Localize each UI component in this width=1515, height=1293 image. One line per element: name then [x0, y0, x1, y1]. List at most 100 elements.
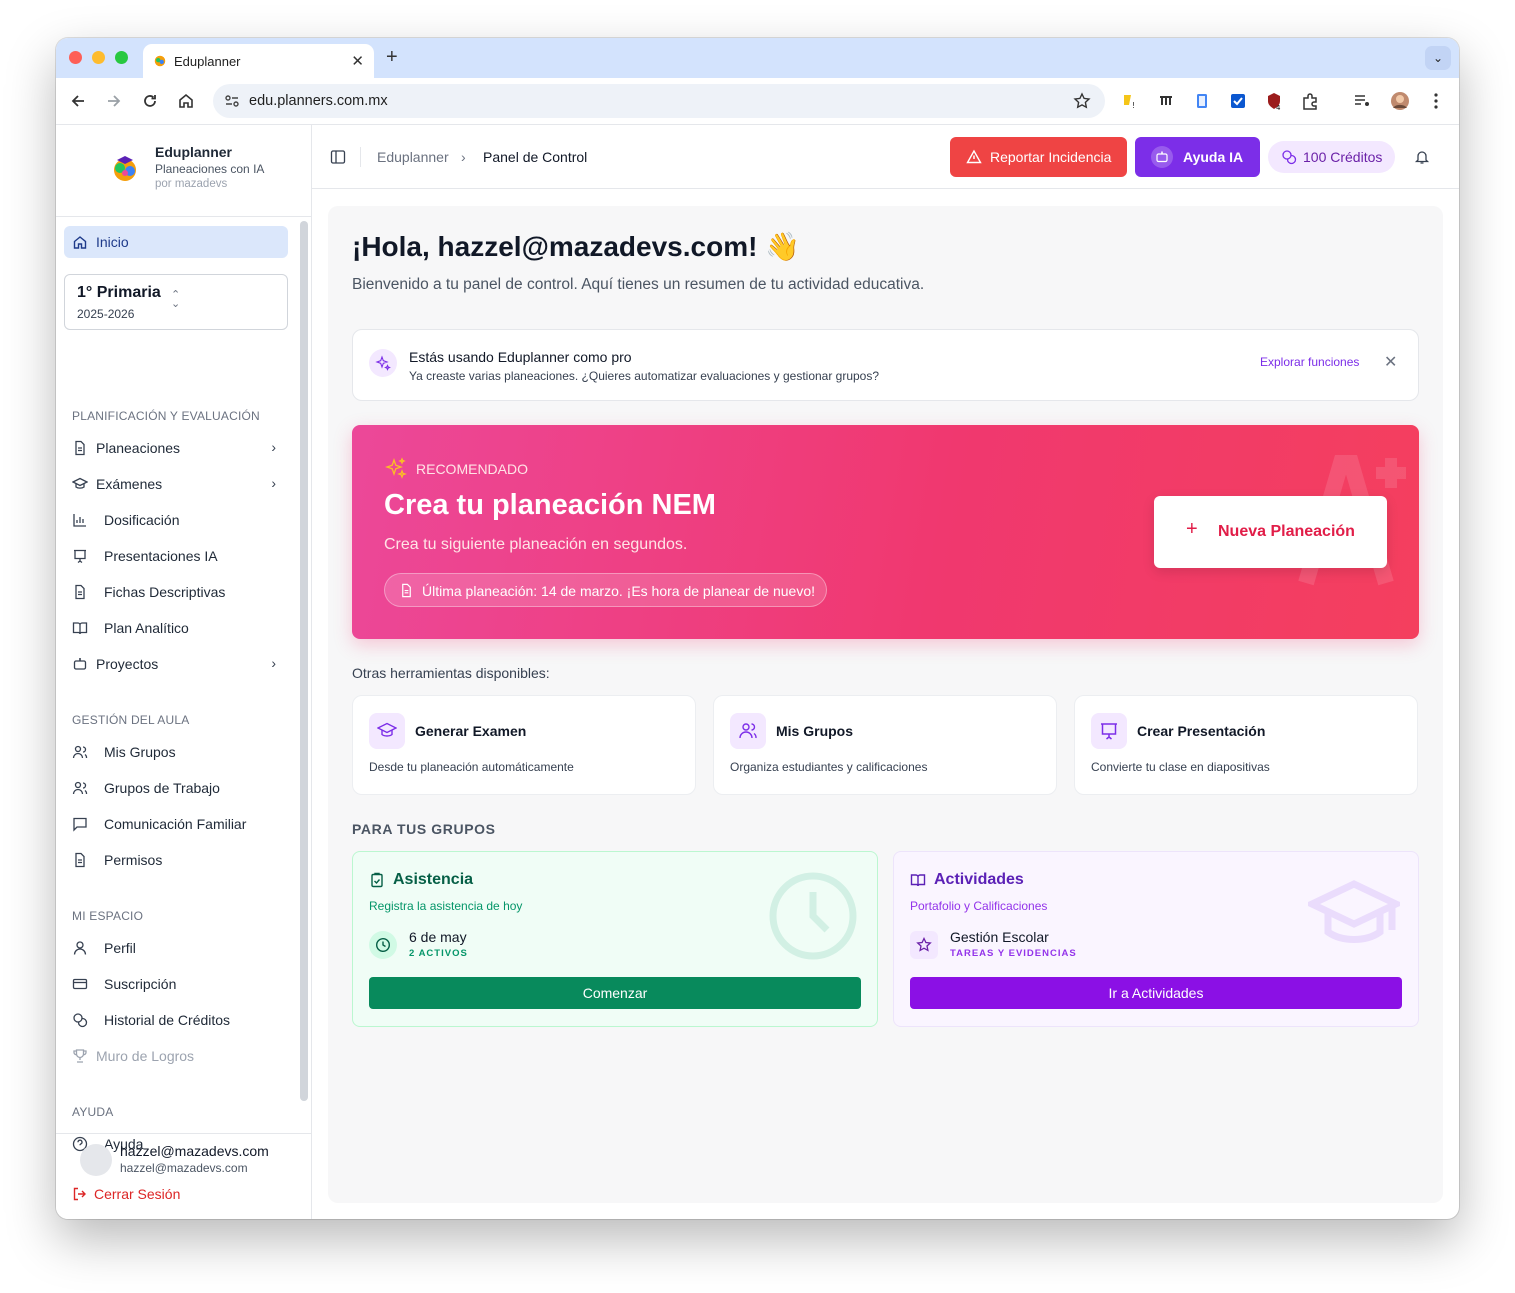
report-issue-button[interactable]: Reportar Incidencia — [950, 137, 1127, 177]
sidebar-scrollbar[interactable] — [300, 221, 308, 1101]
browser-menu-icon[interactable] — [1426, 91, 1446, 111]
activities-subtitle: Portafolio y Calificaciones — [910, 899, 1048, 913]
media-queue-icon[interactable] — [1352, 91, 1372, 111]
extension-shield-icon[interactable]: 4 — [1264, 91, 1284, 111]
star-icon — [916, 937, 932, 952]
breadcrumb-chevron-icon: › — [461, 149, 466, 165]
sidebar-item-suscripcion[interactable]: Suscripción — [72, 973, 282, 997]
sidebar-item-permisos[interactable]: Permisos — [72, 849, 282, 873]
new-tab-icon[interactable]: + — [386, 46, 398, 69]
tool-icon-bubble — [369, 713, 405, 749]
section-title: PLANIFICACIÓN Y EVALUACIÓN — [72, 409, 260, 423]
sidebar-item-mis-grupos[interactable]: Mis Grupos — [72, 741, 282, 765]
extensions-puzzle-icon[interactable] — [1300, 91, 1320, 111]
tool-icon-bubble — [730, 713, 766, 749]
activities-card: Actividades Portafolio y Calificaciones … — [893, 851, 1419, 1027]
sidebar-brand[interactable]: Eduplanner Planeaciones con IA por mazad… — [56, 125, 311, 217]
sidebar-item-label: Muro de Logros — [96, 1048, 195, 1064]
tab-bar: Eduplanner ✕ + ⌄ — [56, 38, 1459, 78]
sidebar-item-examenes[interactable]: Exámenes › — [72, 473, 282, 497]
attendance-date: 6 de may — [409, 929, 467, 945]
logout-button[interactable]: Cerrar Sesión — [72, 1186, 180, 1202]
tool-card-crear-presentacion[interactable]: Crear Presentación Convierte tu clase en… — [1074, 695, 1418, 795]
grade-selector[interactable]: 1° Primaria 2025-2026 ⌃ ⌄ — [64, 274, 288, 330]
users-icon — [739, 723, 757, 739]
explore-features-link[interactable]: Explorar funciones — [1260, 355, 1359, 369]
home-icon — [73, 236, 87, 249]
sidebar-item-grupos-trabajo[interactable]: Grupos de Trabajo — [72, 777, 282, 801]
minimize-window-button[interactable] — [92, 51, 105, 64]
sidebar-item-label: Presentaciones IA — [104, 548, 218, 564]
extension-tools-icon[interactable] — [1156, 91, 1176, 111]
sidebar-item-perfil[interactable]: Perfil — [72, 937, 282, 961]
sidebar-item-fichas[interactable]: Fichas Descriptivas — [72, 581, 282, 605]
browser-tab[interactable]: Eduplanner ✕ — [143, 44, 374, 78]
home-icon[interactable] — [175, 90, 197, 112]
profile-avatar-icon[interactable] — [1390, 91, 1410, 111]
zoom-window-button[interactable] — [115, 51, 128, 64]
last-planning-text: Última planeación: 14 de marzo. ¡Es hora… — [422, 583, 816, 599]
tool-title: Generar Examen — [415, 723, 527, 739]
reload-icon[interactable] — [139, 90, 161, 112]
sidebar-item-inicio[interactable]: Inicio — [64, 226, 288, 258]
go-to-activities-button[interactable]: Ir a Actividades — [910, 977, 1402, 1009]
clock-watermark-icon — [769, 872, 857, 960]
tool-card-mis-grupos[interactable]: Mis Grupos Organiza estudiantes y califi… — [713, 695, 1057, 795]
avatar[interactable] — [80, 1144, 112, 1176]
extension-check-icon[interactable] — [1228, 91, 1248, 111]
breadcrumb-root[interactable]: Eduplanner — [377, 149, 449, 165]
sidebar-item-label: Suscripción — [104, 976, 177, 992]
warning-triangle-icon — [966, 149, 982, 164]
credits-label: 100 Créditos — [1303, 149, 1383, 165]
close-tab-icon[interactable]: ✕ — [351, 52, 364, 70]
section-title: MI ESPACIO — [72, 909, 144, 923]
ai-help-button[interactable]: Ayuda IA — [1135, 137, 1260, 177]
url-text: edu.planners.com.mx — [249, 93, 388, 109]
sidebar-item-proyectos[interactable]: Proyectos › — [72, 653, 282, 677]
eduplanner-favicon-icon — [154, 55, 166, 67]
sidebar-item-label: Dosificación — [104, 512, 180, 528]
document-icon — [402, 583, 411, 598]
report-issue-label: Reportar Incidencia — [990, 149, 1112, 165]
welcome-text: Bienvenido a tu panel de control. Aquí t… — [352, 276, 925, 293]
notification-bell-icon[interactable] — [1414, 149, 1430, 165]
chat-bubble-icon — [73, 817, 87, 832]
sidebar-item-plan-analitico[interactable]: Plan Analítico — [72, 617, 282, 641]
user-name: hazzel@mazadevs.com — [120, 1143, 269, 1159]
star-icon-bubble — [910, 931, 938, 959]
site-settings-icon[interactable] — [224, 94, 240, 108]
breadcrumb-current: Panel de Control — [483, 149, 588, 165]
credits-badge[interactable]: 100 Créditos — [1268, 141, 1395, 173]
tool-card-generar-examen[interactable]: Generar Examen Desde tu planeación autom… — [352, 695, 696, 795]
start-attendance-button[interactable]: Comenzar — [369, 977, 861, 1009]
sidebar-toggle-icon[interactable] — [330, 149, 346, 165]
tool-desc: Convierte tu clase en diapositivas — [1091, 760, 1270, 774]
coins-icon — [1282, 150, 1297, 165]
close-window-button[interactable] — [69, 51, 82, 64]
new-planning-button[interactable]: + Nueva Planeación — [1154, 496, 1387, 568]
bookmark-star-icon[interactable] — [1073, 92, 1091, 110]
back-arrow-icon[interactable] — [67, 90, 89, 112]
last-planning-pill: Última planeación: 14 de marzo. ¡Es hora… — [384, 573, 827, 607]
extension-document-icon[interactable] — [1192, 91, 1212, 111]
sidebar-user: hazzel@mazadevs.com hazzel@mazadevs.com … — [56, 1133, 311, 1219]
extension-notes-icon[interactable]: ! — [1120, 91, 1140, 111]
chevron-right-icon: › — [271, 475, 276, 491]
attendance-card: Asistencia Registra la asistencia de hoy… — [352, 851, 878, 1027]
sidebar-item-comunicacion[interactable]: Comunicación Familiar — [72, 813, 282, 837]
tool-title: Mis Grupos — [776, 723, 854, 739]
tab-search-chevron-icon[interactable]: ⌄ — [1425, 46, 1451, 70]
sidebar-item-muro-logros[interactable]: Muro de Logros — [72, 1045, 282, 1069]
svg-text:4: 4 — [1276, 104, 1281, 111]
sidebar-item-dosificacion[interactable]: Dosificación — [72, 509, 282, 533]
browser-toolbar: edu.planners.com.mx ! 4 — [56, 78, 1459, 125]
address-bar[interactable]: edu.planners.com.mx — [213, 84, 1105, 118]
logout-icon — [73, 1187, 86, 1201]
forward-arrow-icon[interactable] — [103, 90, 125, 112]
sidebar-item-planeaciones[interactable]: Planeaciones › — [72, 437, 282, 461]
pro-banner: Estás usando Eduplanner como pro Ya crea… — [352, 329, 1419, 401]
robot-icon — [1156, 151, 1168, 163]
close-icon[interactable]: ✕ — [1384, 352, 1397, 372]
sidebar-item-historial[interactable]: Historial de Créditos — [72, 1009, 282, 1033]
sidebar-item-presentaciones[interactable]: Presentaciones IA — [72, 545, 282, 569]
